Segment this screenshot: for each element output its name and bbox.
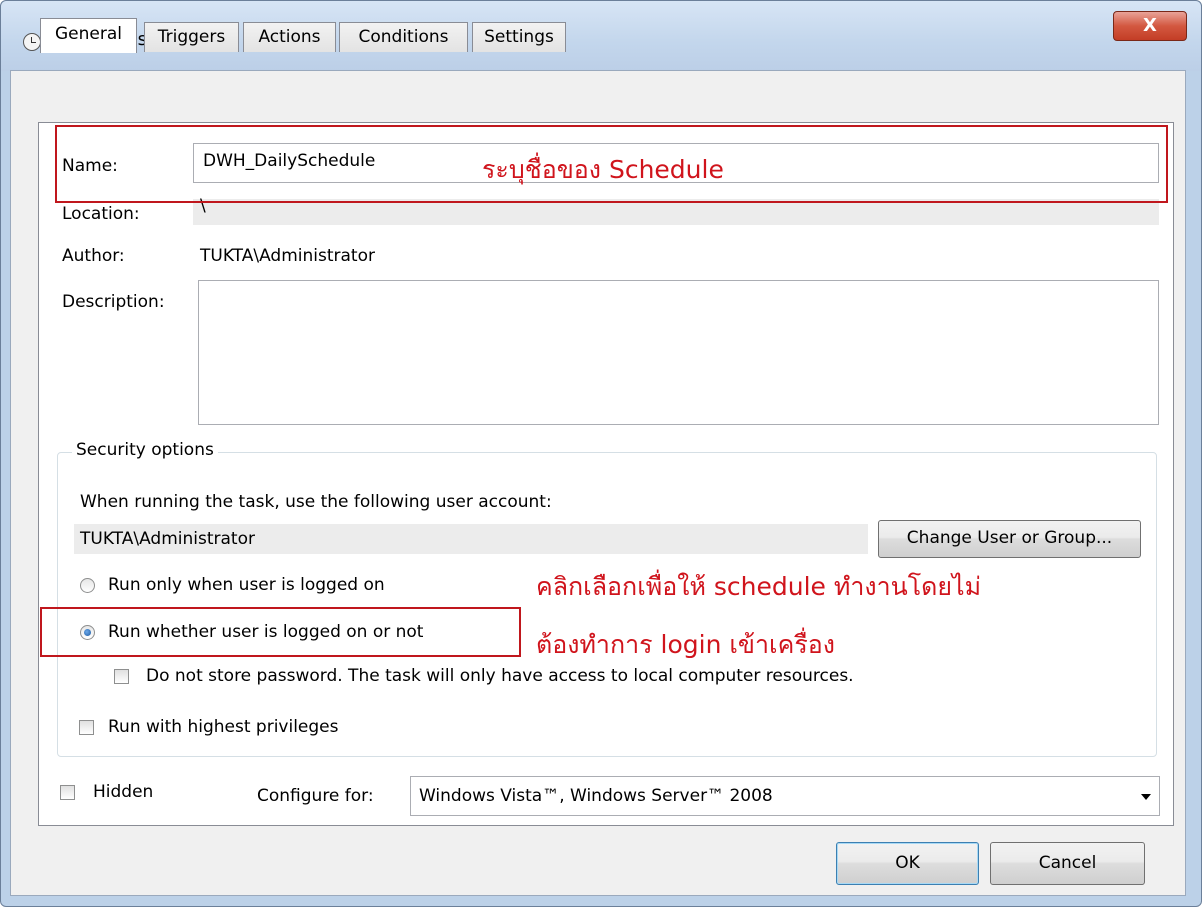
description-textarea[interactable] — [198, 280, 1159, 425]
do-not-store-password-label[interactable]: Do not store password. The task will onl… — [146, 666, 854, 686]
highest-privileges-label[interactable]: Run with highest privileges — [108, 717, 339, 737]
chevron-down-icon — [1141, 794, 1151, 800]
cancel-button[interactable]: Cancel — [990, 842, 1145, 885]
run-annotation-line1: คลิกเลือกเพื่อให้ schedule ทำงานโดยไม่ — [536, 572, 982, 601]
author-label: Author: — [62, 246, 125, 266]
ok-button[interactable]: OK — [836, 842, 979, 885]
highest-privileges-checkbox[interactable] — [79, 720, 94, 735]
configure-for-select[interactable]: Windows Vista™, Windows Server™ 2008 — [410, 776, 1160, 816]
do-not-store-password-checkbox[interactable] — [114, 669, 129, 684]
hidden-checkbox[interactable] — [60, 785, 75, 800]
account-prompt: When running the task, use the following… — [80, 492, 552, 512]
tab-conditions[interactable]: Conditions — [339, 22, 468, 52]
description-label: Description: — [62, 292, 165, 312]
configure-for-value: Windows Vista™, Windows Server™ 2008 — [419, 786, 773, 806]
author-value: TUKTA\Administrator — [200, 246, 375, 266]
change-user-button[interactable]: Change User or Group... — [878, 520, 1141, 558]
run-only-logged-on-radio[interactable] — [80, 578, 95, 593]
tab-settings[interactable]: Settings — [472, 22, 566, 52]
security-options-label: Security options — [72, 440, 218, 460]
run-whether-highlight-box — [40, 607, 521, 657]
location-label: Location: — [62, 204, 140, 224]
user-account-value: TUKTA\Administrator — [80, 529, 255, 549]
tab-general[interactable]: General — [40, 18, 137, 53]
run-only-logged-on-label[interactable]: Run only when user is logged on — [108, 575, 385, 595]
run-annotation-line2: ต้องทำการ login เข้าเครื่อง — [536, 630, 835, 659]
configure-for-label: Configure for: — [257, 786, 374, 806]
name-annotation: ระบุชื่อของ Schedule — [482, 155, 724, 184]
tab-actions[interactable]: Actions — [243, 22, 336, 52]
close-button[interactable]: X — [1113, 11, 1187, 41]
tab-triggers[interactable]: Triggers — [144, 22, 239, 52]
clock-icon — [23, 33, 41, 51]
hidden-label[interactable]: Hidden — [93, 782, 153, 802]
